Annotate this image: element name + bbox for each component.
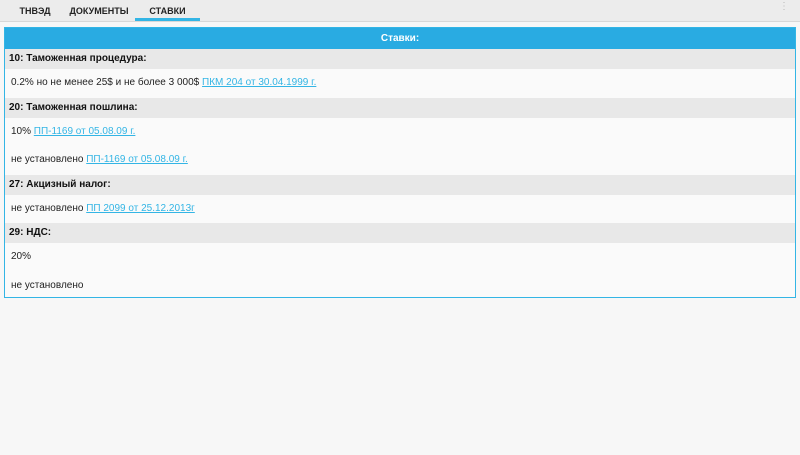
section-header: 10: Таможенная процедура:	[5, 49, 795, 69]
rates-card: Ставки: 10: Таможенная процедура: 0.2% но…	[4, 27, 796, 298]
rate-value: не установлено	[11, 279, 84, 291]
rate-row: не установлено ПП 2099 от 25.12.2013г	[5, 195, 795, 224]
document-link[interactable]: ПП-1169 от 05.08.09 г.	[34, 126, 136, 137]
rate-value: 0.2% но не менее 25$ и не более 3 000$	[11, 77, 200, 88]
rate-row: 20%	[5, 243, 795, 272]
rate-row: не установлено	[5, 272, 795, 301]
overflow-menu-icon[interactable]: ⋮	[779, 2, 789, 17]
tab-bar: ТНВЭД ДОКУМЕНТЫ СТАВКИ ⋮	[0, 0, 800, 22]
section-header: 27: Акцизный налог:	[5, 174, 795, 195]
section-header: 20: Таможенная пошлина:	[5, 97, 795, 118]
rate-row: не установлено ПП-1169 от 05.08.09 г.	[5, 146, 795, 175]
rate-row: 10% ПП-1169 от 05.08.09 г.	[5, 118, 795, 147]
rate-value: не установлено	[11, 202, 84, 214]
card-title: Ставки:	[5, 28, 795, 49]
document-link[interactable]: ПП 2099 от 25.12.2013г	[86, 203, 195, 214]
tab-rates[interactable]: СТАВКИ	[135, 0, 200, 21]
document-link[interactable]: ПКМ 204 от 30.04.1999 г.	[202, 77, 316, 88]
rate-value: 10%	[11, 125, 32, 137]
tab-documents[interactable]: ДОКУМЕНТЫ	[68, 0, 130, 22]
section-header: 29: НДС:	[5, 223, 795, 243]
document-link[interactable]: ПП-1169 от 05.08.09 г.	[86, 154, 188, 165]
rate-value: 20%	[11, 251, 32, 262]
tab-tnved[interactable]: ТНВЭД	[10, 0, 60, 22]
rate-value: не установлено	[11, 154, 84, 165]
rate-row: 0.2% но не менее 25$ и не более 3 000$ П…	[5, 69, 795, 98]
